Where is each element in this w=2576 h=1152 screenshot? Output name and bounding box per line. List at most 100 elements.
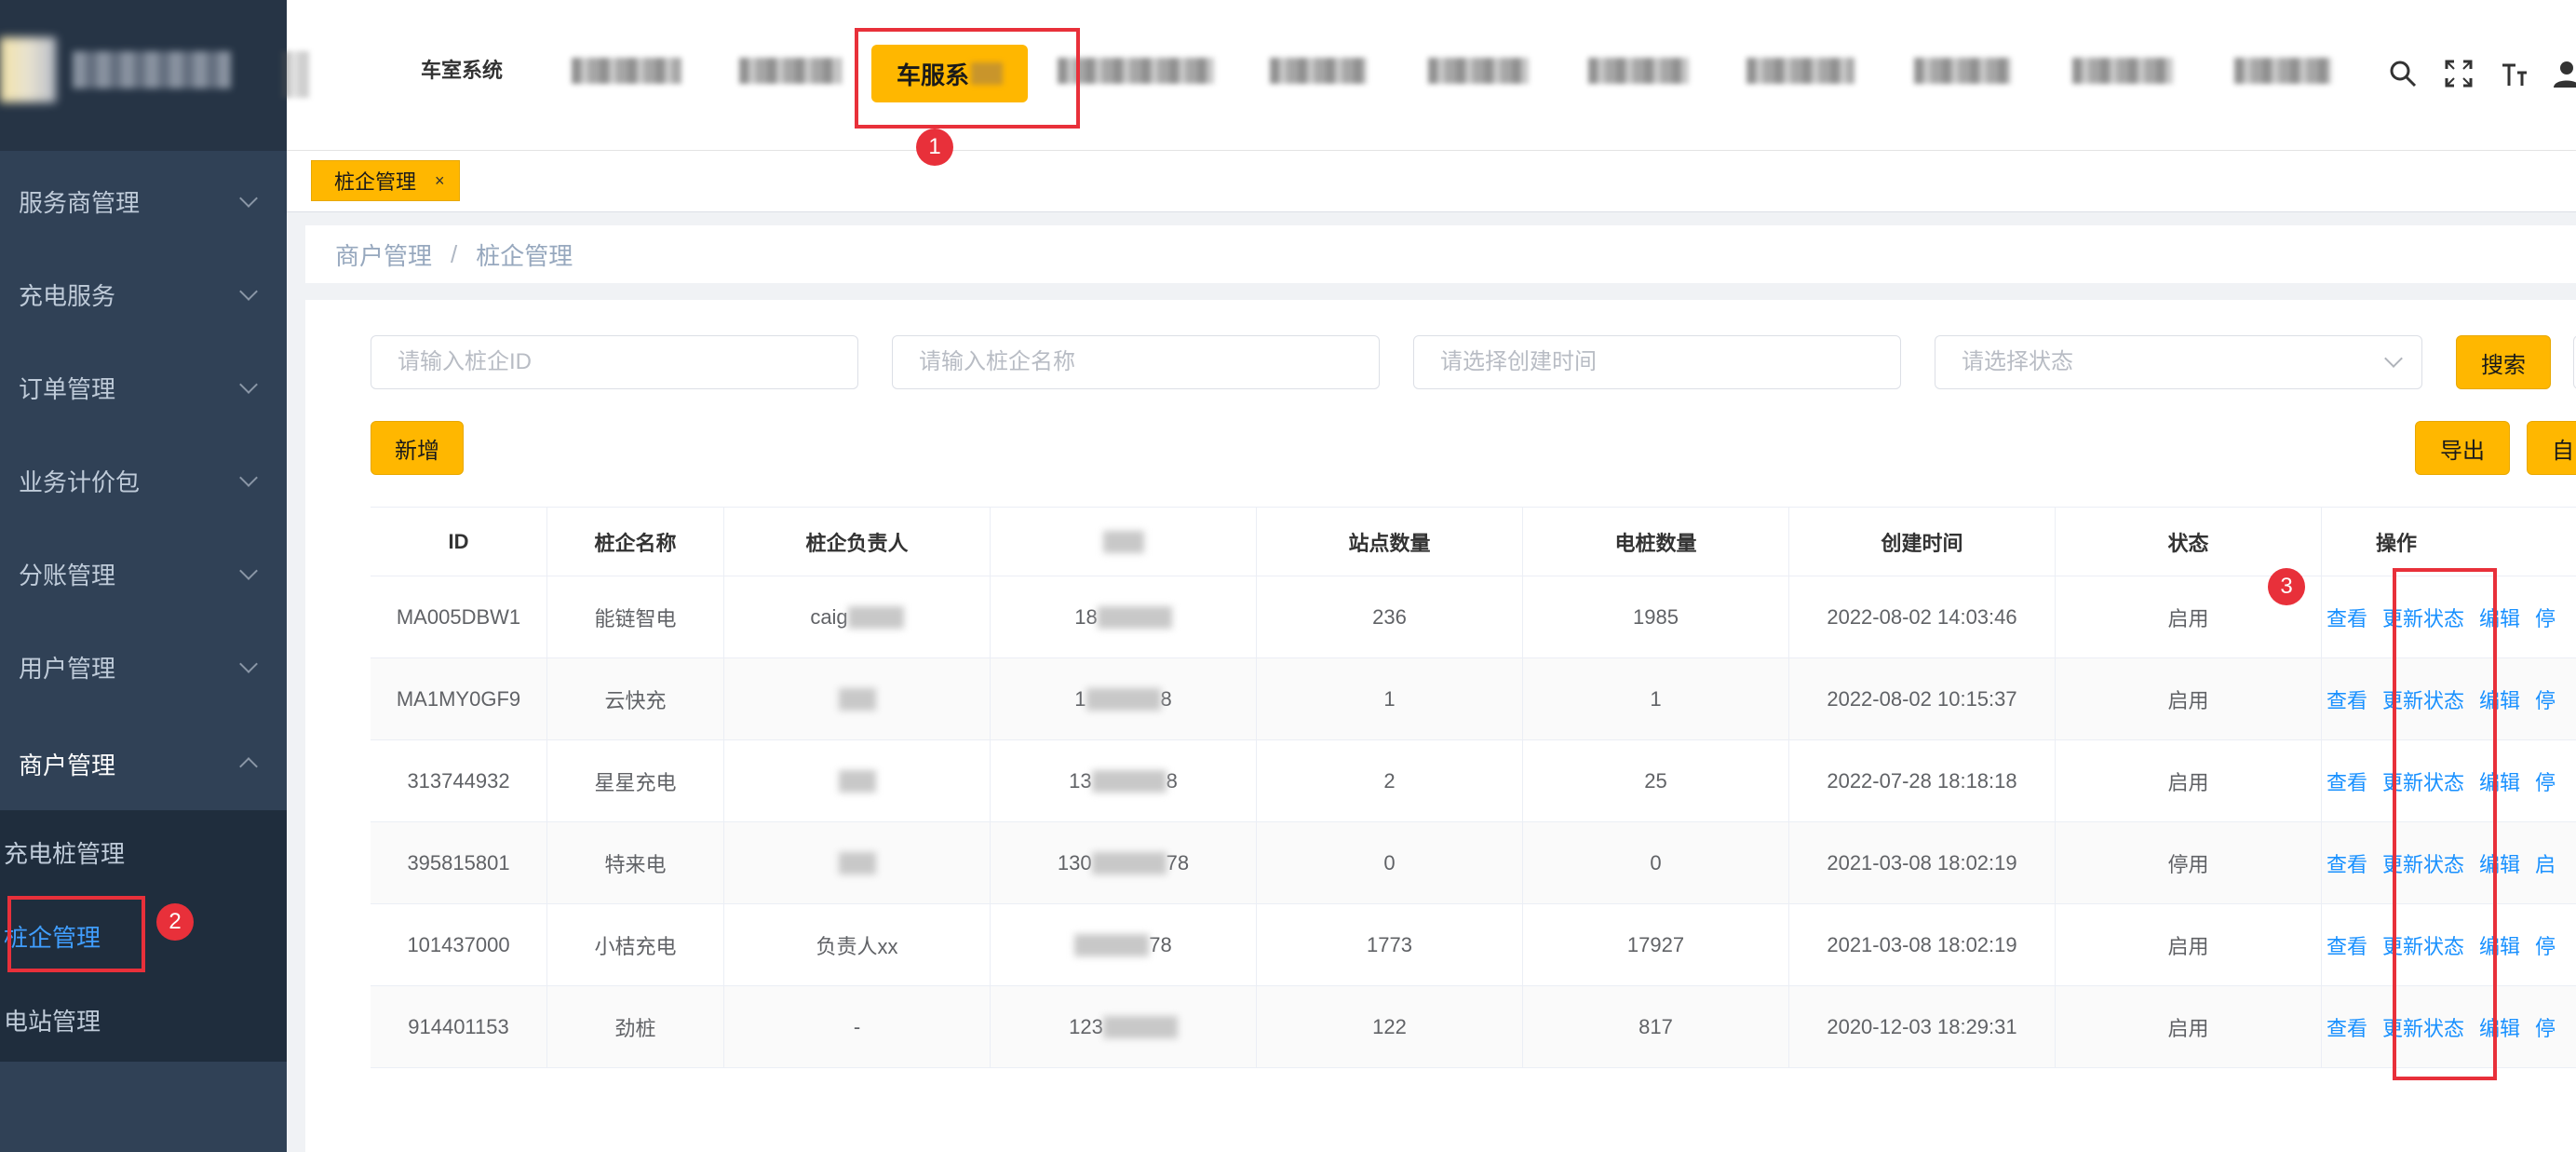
content-panel: 搜索 新增 导出 自 ID 桩企名称 桩企负责人 站点数量 电桩数量 创建时间 … bbox=[305, 300, 2576, 1152]
header-ops: 操作 bbox=[2376, 531, 2418, 555]
chevron-down-icon bbox=[239, 189, 258, 208]
owner-redacted bbox=[838, 851, 876, 874]
user-icon[interactable] bbox=[2551, 58, 2576, 89]
sidebar-item-pricing-package[interactable]: 业务计价包 bbox=[0, 434, 287, 527]
cell-created: 2022-07-28 18:18:18 bbox=[1789, 740, 2056, 821]
cell-owner bbox=[724, 740, 991, 821]
table-row: 101437000 小桔充电 负责人xx 78 1773 17927 2021-03-08 … bbox=[371, 904, 2576, 986]
cell-id: 313744932 bbox=[371, 740, 547, 821]
cell-stations: 2 bbox=[1257, 740, 1523, 821]
nav-item-redacted[interactable] bbox=[281, 51, 309, 98]
nav-item-first[interactable]: 车室系统 bbox=[421, 54, 503, 91]
font-size-icon[interactable] bbox=[2499, 58, 2530, 89]
owner-redacted bbox=[838, 769, 876, 793]
cell-owner: - bbox=[724, 986, 991, 1067]
add-button[interactable]: 新增 bbox=[371, 421, 464, 475]
cell-owner bbox=[724, 822, 991, 903]
sidebar-item-charging-piles[interactable]: 充电桩管理 bbox=[0, 810, 287, 894]
breadcrumb: 商户管理 / 桩企管理 bbox=[305, 225, 2576, 283]
sidebar-item-label: 充电服务 bbox=[19, 281, 116, 310]
sidebar-item-users[interactable]: 用户管理 bbox=[0, 620, 287, 713]
cell-id: 395815801 bbox=[371, 822, 547, 903]
header-owner: 桩企负责人 bbox=[724, 508, 991, 576]
header-status: 状态 bbox=[2056, 508, 2322, 576]
toggle-status-link[interactable]: 停 bbox=[2535, 766, 2556, 796]
enterprise-id-input[interactable] bbox=[371, 335, 858, 389]
nav-item-redacted[interactable] bbox=[1270, 58, 1367, 84]
cell-created: 2022-08-02 14:03:46 bbox=[1789, 576, 2056, 657]
view-link[interactable]: 查看 bbox=[2326, 930, 2367, 960]
cell-owner bbox=[724, 658, 991, 739]
status-select[interactable] bbox=[1935, 335, 2422, 389]
tag-label: 桩企管理 bbox=[334, 170, 417, 194]
sidebar-item-label: 分账管理 bbox=[19, 561, 116, 590]
toggle-status-link[interactable]: 停 bbox=[2535, 603, 2556, 632]
chevron-down-icon bbox=[239, 282, 258, 301]
custom-button[interactable]: 自 bbox=[2527, 421, 2576, 475]
phone-suffix: 8 bbox=[1166, 768, 1178, 793]
search-button[interactable]: 搜索 bbox=[2456, 335, 2551, 389]
cell-stations: 0 bbox=[1257, 822, 1523, 903]
created-time-picker[interactable] bbox=[1413, 335, 1901, 389]
toggle-status-link[interactable]: 停 bbox=[2535, 684, 2556, 714]
breadcrumb-current: 桩企管理 bbox=[476, 241, 573, 270]
view-link[interactable]: 查看 bbox=[2326, 603, 2367, 632]
cell-phone: 78 bbox=[991, 904, 1257, 985]
nav-item-redacted[interactable] bbox=[739, 58, 842, 84]
phone-prefix: 13 bbox=[1069, 768, 1092, 793]
view-link[interactable]: 查看 bbox=[2326, 684, 2367, 714]
sidebar-item-service-provider[interactable]: 服务商管理 bbox=[0, 155, 287, 248]
table-header: ID 桩企名称 桩企负责人 站点数量 电桩数量 创建时间 状态 操作 bbox=[371, 508, 2576, 576]
sidebar-item-orders[interactable]: 订单管理 bbox=[0, 341, 287, 434]
enterprise-name-input[interactable] bbox=[892, 335, 1380, 389]
table-row: MA005DBW1 能链智电 caig 18 236 1985 2022-08-02 14:… bbox=[371, 576, 2576, 658]
logo-image bbox=[0, 37, 56, 102]
toggle-status-link[interactable]: 停 bbox=[2535, 1012, 2556, 1042]
cell-id: 101437000 bbox=[371, 904, 547, 985]
cell-created: 2021-03-08 18:02:19 bbox=[1789, 822, 2056, 903]
toggle-status-link[interactable]: 停 bbox=[2535, 930, 2556, 960]
nav-item-redacted[interactable] bbox=[1588, 58, 1689, 84]
sidebar-item-charging-service[interactable]: 充电服务 bbox=[0, 248, 287, 341]
nav-item-redacted[interactable] bbox=[2072, 58, 2173, 84]
view-link[interactable]: 查看 bbox=[2326, 766, 2367, 796]
nav-item-redacted[interactable] bbox=[1747, 58, 1854, 84]
phone-redacted bbox=[1074, 933, 1150, 956]
close-icon[interactable]: × bbox=[435, 171, 445, 191]
header-piles: 电桩数量 bbox=[1523, 508, 1789, 576]
export-button[interactable]: 导出 bbox=[2415, 421, 2510, 475]
nav-item-redacted[interactable] bbox=[572, 58, 681, 84]
annotation-box-1 bbox=[855, 28, 1080, 129]
phone-redacted bbox=[1086, 687, 1161, 711]
tag-pile-enterprises[interactable]: 桩企管理 × bbox=[311, 160, 460, 201]
cell-status: 启用 bbox=[2056, 986, 2322, 1067]
table-row: 395815801 特来电 130 78 0 0 2021-03-08 18:02:19 停用… bbox=[371, 822, 2576, 904]
cell-stations: 1 bbox=[1257, 658, 1523, 739]
nav-item-redacted[interactable] bbox=[1428, 58, 1529, 84]
nav-item-redacted[interactable] bbox=[2234, 58, 2331, 84]
nav-item-redacted[interactable] bbox=[1914, 58, 2011, 84]
cell-owner: caig bbox=[724, 576, 991, 657]
cell-name: 小桔充电 bbox=[547, 904, 724, 985]
view-link[interactable]: 查看 bbox=[2326, 1012, 2367, 1042]
table-row: 313744932 星星充电 13 8 2 25 2022-07-28 18:18:18 启用… bbox=[371, 740, 2576, 822]
sidebar-item-split-accounts[interactable]: 分账管理 bbox=[0, 527, 287, 620]
nav-item-redacted[interactable] bbox=[1058, 58, 1214, 84]
cell-name: 云快充 bbox=[547, 658, 724, 739]
cell-id: 914401153 bbox=[371, 986, 547, 1067]
cell-piles: 25 bbox=[1523, 740, 1789, 821]
header-stations: 站点数量 bbox=[1257, 508, 1523, 576]
sidebar-item-stations[interactable]: 电站管理 bbox=[0, 978, 287, 1062]
toggle-status-link[interactable]: 启 bbox=[2535, 848, 2556, 878]
table-row: MA1MY0GF9 云快充 1 8 1 1 2022-08-02 10:15:37 启用 查看更… bbox=[371, 658, 2576, 740]
breadcrumb-parent[interactable]: 商户管理 bbox=[335, 237, 432, 272]
fullscreen-icon[interactable] bbox=[2443, 58, 2475, 89]
cell-created: 2020-12-03 18:29:31 bbox=[1789, 986, 2056, 1067]
cell-piles: 17927 bbox=[1523, 904, 1789, 985]
sidebar-item-merchants[interactable]: 商户管理 bbox=[0, 717, 287, 810]
header-id: ID bbox=[371, 508, 547, 576]
view-link[interactable]: 查看 bbox=[2326, 848, 2367, 878]
owner-text: caig bbox=[810, 604, 848, 629]
search-icon[interactable] bbox=[2387, 58, 2419, 89]
owner-redacted bbox=[847, 605, 904, 629]
